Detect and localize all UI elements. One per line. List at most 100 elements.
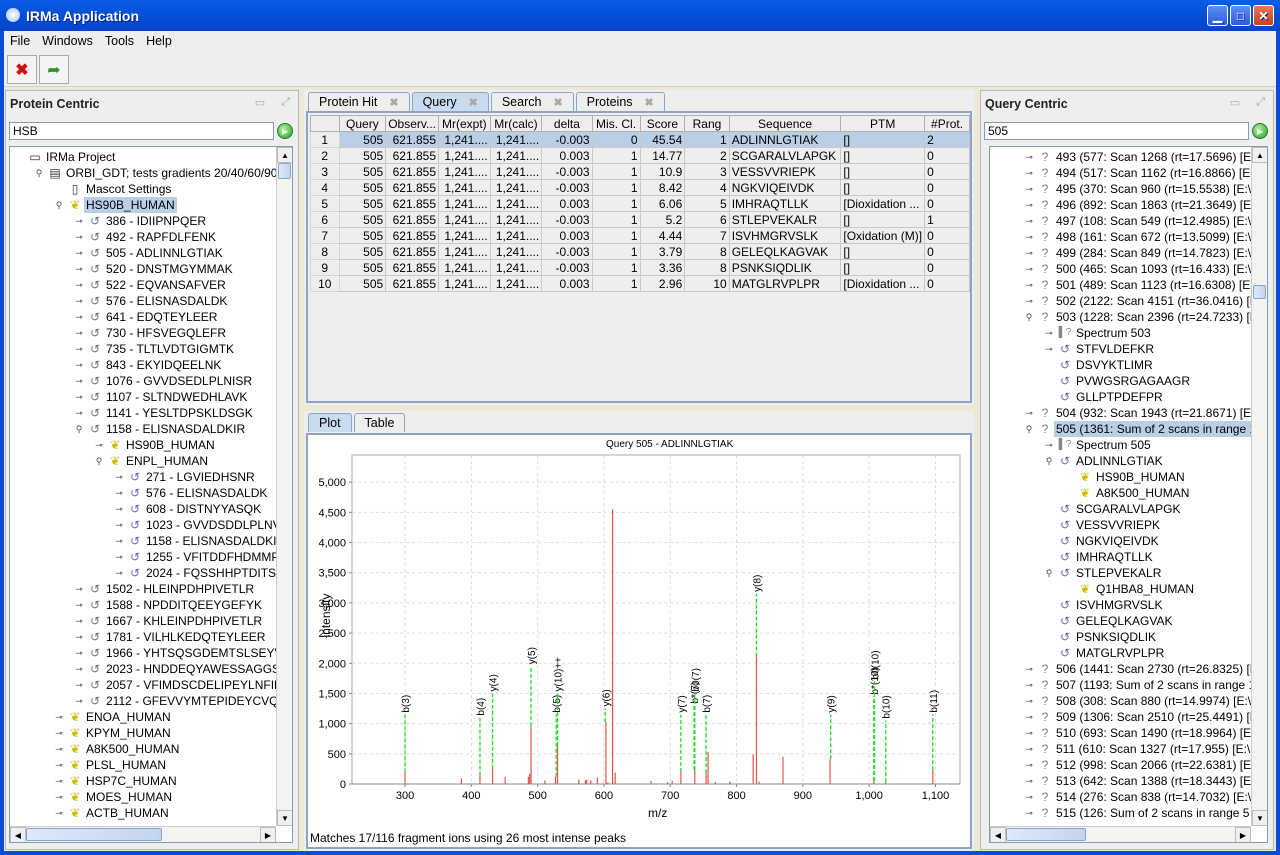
column-header[interactable]: Rang [684,115,730,132]
expand-toggle-icon[interactable]: ⊸ [72,629,86,645]
table-cell[interactable]: 1 [591,147,641,164]
close-tab-icon[interactable]: ✖ [645,96,654,109]
expand-toggle-icon[interactable]: ⊸ [1022,149,1036,165]
table-cell[interactable]: 1,241.... [489,163,543,180]
table-cell[interactable]: 505 [338,147,387,164]
scroll-down-button[interactable]: ▼ [277,810,292,826]
table-cell[interactable]: 1 [591,211,641,228]
table-cell[interactable]: 3.36 [639,259,686,276]
table-cell[interactable]: -0.003 [541,131,593,148]
tree-node[interactable]: ⊸ ↺ 641 - EDQTEYLEER [72,309,219,325]
query-search-input[interactable] [984,122,1249,140]
table-cell[interactable]: 1 [924,211,970,228]
expand-toggle-icon[interactable]: ⊸ [72,405,86,421]
column-header[interactable]: Mis. Cl. [591,115,641,132]
tree-node[interactable]: ⊸ ↺ 576 - ELISNASDALDK [112,485,269,501]
close-tab-icon[interactable]: ✖ [469,96,478,109]
table-cell[interactable]: 505 [338,179,387,196]
table-cell[interactable]: PSNKSIQDLIK [728,259,842,276]
tree-node[interactable]: ⊸ ↺ 2112 - GFEVVYMTEPIDEYCVQQL [72,693,292,709]
menu-tools[interactable]: Tools [99,34,140,48]
tree-node[interactable]: ▯ Mascot Settings [52,181,173,197]
table-cell[interactable]: 10 [684,275,730,292]
protein-search-go-button[interactable]: ▶ [277,123,293,139]
expand-toggle-icon[interactable]: ⊸ [72,581,86,597]
table-cell[interactable]: 2 [684,147,730,164]
expand-toggle-icon[interactable]: ⊸ [92,437,106,453]
table-row[interactable]: 3 505 621.855 1,241.... 1,241.... -0.003 1 10.9… [310,163,970,180]
minimize-button[interactable]: ▁ [1207,5,1228,26]
table-cell[interactable]: [] [840,179,926,196]
table-cell[interactable]: 1,241.... [438,275,491,292]
column-header[interactable]: Score [639,115,686,132]
scroll-left-button[interactable]: ◀ [10,827,26,842]
table-cell[interactable]: 8 [684,259,730,276]
tree-node[interactable]: ⊸ ↺ 1023 - GVVDSDDLPLNVS [112,517,291,533]
tree-node[interactable]: ▭ IRMa Project [12,149,117,165]
table-cell[interactable]: 1,241.... [489,147,543,164]
table-cell[interactable]: 1,241.... [489,179,543,196]
table-cell[interactable]: ADLINNLGTIAK [728,131,842,148]
column-header[interactable]: Observ... [385,115,439,132]
table-cell[interactable]: 0 [924,163,970,180]
tree-node[interactable]: ⊸? 509 (1306: Scan 2510 (rt=25.4491) [E [1022,709,1260,725]
table-cell[interactable]: 3.79 [639,243,686,260]
table-cell[interactable]: 505 [338,195,387,212]
tree-node[interactable]: ⊸? 511 (610: Scan 1327 (rt=17.955) [E:\F [1022,741,1260,757]
tab-table[interactable]: Table [353,413,406,432]
expand-toggle-icon[interactable]: ⊸ [1022,805,1036,821]
expand-toggle-icon[interactable]: ⊸ [1042,437,1056,453]
table-cell[interactable]: 621.855 [385,163,439,180]
expand-toggle-icon[interactable]: ⊸ [1022,245,1036,261]
tree-node[interactable]: ⊸? 497 (108: Scan 549 (rt=12.4985) [E:\F [1022,213,1260,229]
tree-node[interactable]: ↺ MATGLRVPLPR [1042,645,1166,661]
table-cell[interactable]: -0.003 [541,179,593,196]
scroll-right-button[interactable]: ▶ [1235,827,1251,842]
tab-protein-hit[interactable]: Protein Hit ✖ [308,92,410,111]
expand-toggle-icon[interactable]: ⊸ [1022,677,1036,693]
close-window-button[interactable]: ✕ [1253,5,1274,26]
table-cell[interactable]: 1 [591,179,641,196]
expand-toggle-icon[interactable]: ⊸ [52,725,66,741]
tree-node[interactable]: ⊸ ↺ 576 - ELISNASDALDK [72,293,229,309]
collapse-toggle-icon[interactable]: ⚲ [72,421,86,437]
column-header[interactable] [310,115,340,132]
collapse-toggle-icon[interactable]: ⚲ [92,453,106,469]
export-button[interactable]: ➦ [39,55,69,84]
tree-node[interactable]: ⊸? 494 (517: Scan 1162 (rt=16.8866) [E:\ [1022,165,1259,181]
table-cell[interactable]: 1 [591,243,641,260]
table-cell[interactable]: 621.855 [385,131,439,148]
expand-toggle-icon[interactable]: ⊸ [1022,261,1036,277]
scrollbar-thumb[interactable] [1006,828,1086,841]
tree-node[interactable]: ⊸ ↺ 843 - EKYIDQEELNK [72,357,223,373]
table-cell[interactable]: 621.855 [385,275,439,292]
table-cell[interactable]: 1 [591,275,641,292]
table-cell[interactable]: GELEQLKAGVAK [728,243,842,260]
close-tab-icon[interactable]: ✖ [389,96,398,109]
tree-node[interactable]: ⊸? 515 (126: Sum of 2 scans in range 5 [1022,805,1251,821]
table-cell[interactable]: 2.96 [639,275,686,292]
expand-toggle-icon[interactable]: ⊸ [112,533,126,549]
expand-toggle-icon[interactable]: ⊸ [72,293,86,309]
table-cell[interactable]: 1,241.... [438,179,491,196]
table-cell[interactable]: 5.2 [639,211,686,228]
table-cell[interactable]: -0.003 [541,259,593,276]
expand-toggle-icon[interactable]: ⊸ [1022,709,1036,725]
tree-node[interactable]: ⊸ ↺ 1588 - NPDDITQEEYGEFYK [72,597,264,613]
table-cell[interactable]: 0 [924,195,970,212]
expand-toggle-icon[interactable]: ⊸ [1022,181,1036,197]
tree-node[interactable]: ⊸ ❦ A8K500_HUMAN [52,741,181,757]
tree-node[interactable]: ⊸ ↺ 2023 - HNDDEQYAWESSAGGSF [72,661,289,677]
table-cell[interactable]: 1,241.... [489,227,543,244]
expand-toggle-icon[interactable]: ⊸ [52,789,66,805]
maximize-button[interactable]: □ [1230,5,1251,26]
table-cell[interactable]: 621.855 [385,211,439,228]
table-cell[interactable]: 1,241.... [489,195,543,212]
tree-node[interactable]: ⊸? 513 (642: Scan 1388 (rt=18.3443) [E:\ [1022,773,1260,789]
expand-toggle-icon[interactable]: ⊸ [1022,213,1036,229]
expand-toggle-icon[interactable]: ⊸ [72,325,86,341]
table-cell[interactable]: 621.855 [385,147,439,164]
tree-node[interactable]: ⊸ ↺ 386 - IDIIPNPQER [72,213,208,229]
tree-node[interactable]: ↺ DSVYKTLIMR [1042,357,1155,373]
table-cell[interactable]: 2 [924,131,970,148]
